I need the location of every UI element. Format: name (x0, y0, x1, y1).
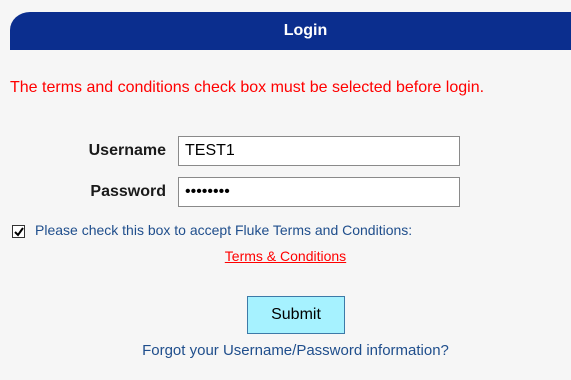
password-row: Password (0, 177, 571, 207)
login-header: Login (10, 12, 571, 50)
submit-button[interactable]: Submit (247, 296, 345, 334)
checkmark-icon (14, 227, 24, 237)
username-input[interactable] (178, 136, 460, 166)
error-message: The terms and conditions check box must … (10, 79, 485, 96)
username-row: Username (0, 136, 571, 166)
login-title: Login (283, 22, 328, 39)
password-input[interactable] (178, 177, 460, 207)
terms-link[interactable]: Terms & Conditions (0, 248, 571, 264)
username-label: Username (88, 142, 166, 159)
login-panel: Login The terms and conditions check box… (0, 0, 571, 380)
terms-text: Please check this box to accept Fluke Te… (35, 222, 413, 238)
terms-row: Please check this box to accept Fluke Te… (0, 222, 571, 272)
forgot-credentials-link[interactable]: Forgot your Username/Password informatio… (0, 342, 571, 359)
terms-checkbox[interactable] (12, 225, 25, 238)
password-label: Password (90, 183, 166, 200)
